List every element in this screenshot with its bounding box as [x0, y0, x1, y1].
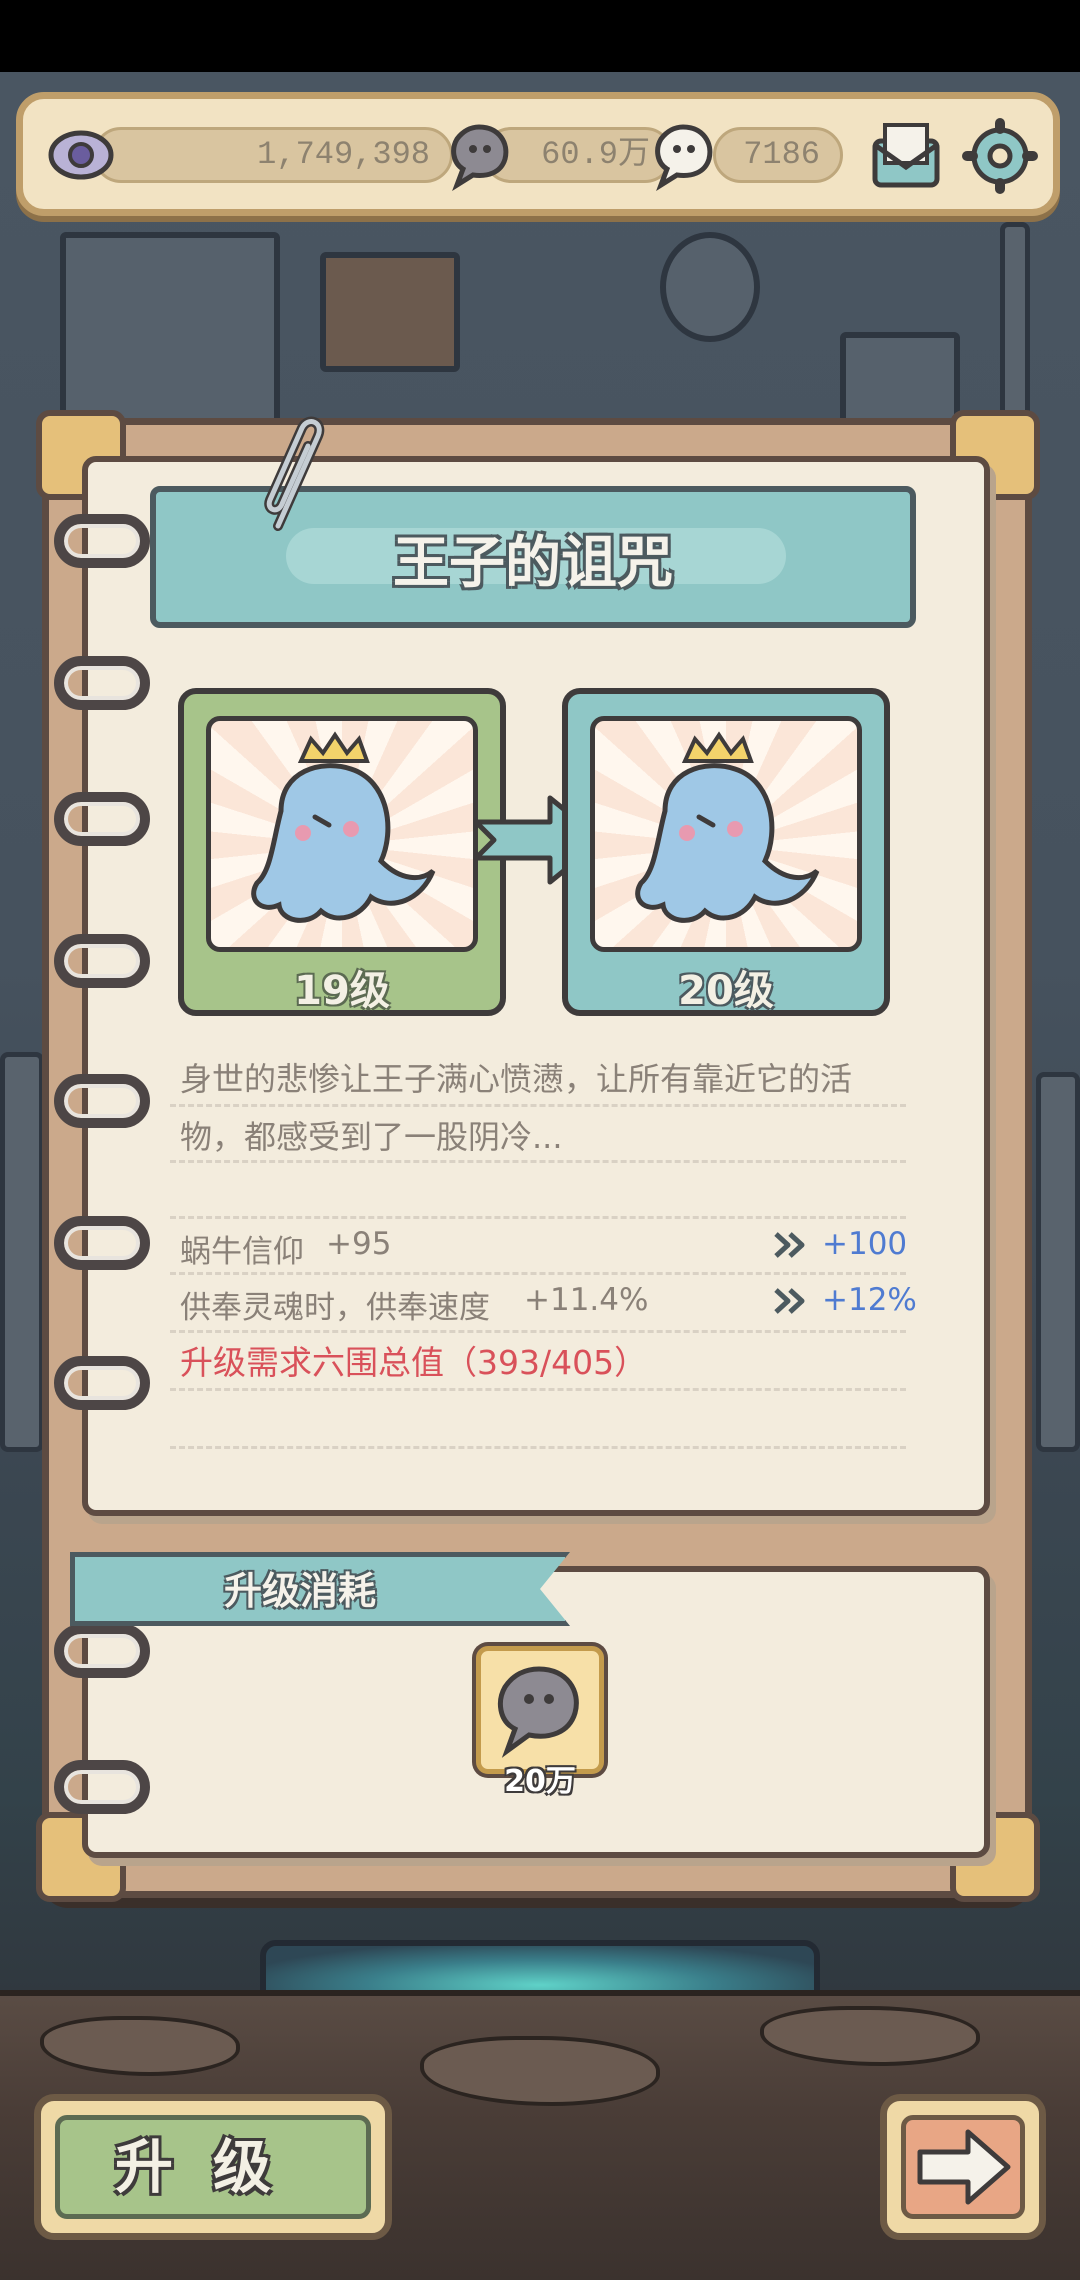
arrow-right-icon [917, 2129, 1011, 2205]
cost-amount: 20万 [504, 1764, 576, 1799]
eye-icon [48, 130, 114, 180]
ghost-prince-icon [251, 731, 436, 923]
binder-ring [54, 1624, 150, 1678]
ruled-line [170, 1388, 906, 1391]
wall-pipe-right [1036, 1072, 1080, 1452]
ruled-line [170, 1160, 906, 1163]
stat-label: 供奉灵魂时，供奉速度 [180, 1290, 490, 1326]
binder-ring [54, 792, 150, 846]
next-button[interactable] [880, 2094, 1046, 2240]
wall-clock [660, 232, 760, 342]
binder-ring [54, 934, 150, 988]
binder-ring [54, 656, 150, 710]
stat-next-value: +12% [822, 1282, 917, 1318]
next-level-label: 20级 [678, 968, 774, 1014]
ghost-prince-art [590, 716, 862, 952]
ruled-line [170, 1272, 906, 1275]
snail-spirit-icon [451, 124, 509, 191]
binder-ring [54, 514, 150, 568]
stat-next-value: +100 [822, 1226, 908, 1262]
status-bar [0, 0, 1080, 72]
double-chevron-icon [774, 1288, 805, 1314]
floor-rock [760, 2006, 980, 2066]
ruled-line [170, 1330, 906, 1333]
ruled-line [170, 1446, 906, 1449]
stat-value: +95 [326, 1226, 392, 1262]
gear-icon[interactable] [961, 117, 1039, 195]
stat-label: 蜗牛信仰 [180, 1234, 304, 1270]
ghost-soul-counter: 7186 [713, 127, 843, 183]
stat-value: +11.4% [524, 1282, 649, 1318]
current-level-label: 19级 [294, 968, 390, 1014]
ghost-soul-icon [655, 124, 713, 191]
next-button-face [901, 2115, 1025, 2219]
mail-icon[interactable] [867, 117, 945, 195]
wall-poster [320, 252, 460, 372]
upgrade-button[interactable]: 升级 [34, 2094, 392, 2240]
cost-item [476, 1646, 604, 1774]
floor-rock [40, 2016, 240, 2076]
binder-ring [54, 1216, 150, 1270]
next-level-card: 20级 [562, 688, 890, 1016]
resource-bar: 1,749,398 60.9万 7186 [16, 92, 1060, 216]
paperclip-icon [264, 416, 325, 531]
ghost-prince-icon [635, 731, 820, 923]
ruled-line [170, 1104, 906, 1107]
snail-spirit-icon [497, 1666, 579, 1758]
floor-rock [420, 2036, 660, 2106]
views-counter: 1,749,398 [93, 127, 453, 183]
ruled-line [170, 1216, 906, 1219]
current-level-card: 19级 [178, 688, 506, 1016]
wall-pipe-left [0, 1052, 44, 1452]
card-description: 身世的悲惨让王子满心愤懑，让所有靠近它的活物，都感受到了一股阴冷... [180, 1060, 853, 1156]
upgrade-button-label: 升级 [55, 2115, 371, 2219]
upgrade-requirement: 升级需求六围总值（393/405） [180, 1343, 648, 1382]
wall-board [60, 232, 280, 432]
cost-title: 升级消耗 [223, 1569, 376, 1613]
double-chevron-icon [774, 1232, 805, 1258]
binder-ring [54, 1356, 150, 1410]
binder-ring [54, 1074, 150, 1128]
ghost-prince-art [206, 716, 478, 952]
binder-ring [54, 1760, 150, 1814]
